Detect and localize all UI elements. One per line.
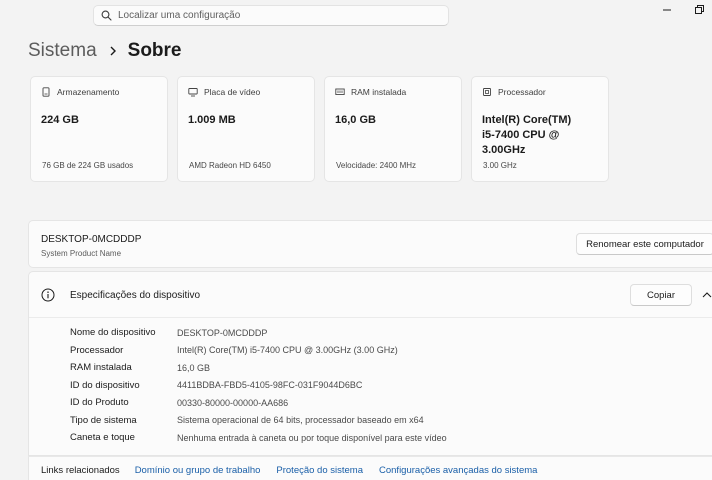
related-links: Links relacionados Domínio ou grupo de t… [28, 456, 712, 480]
spec-value: 16,0 GB [177, 362, 211, 373]
chevron-up-icon[interactable] [701, 290, 712, 300]
settings-window: Sistema Sobre Armazenamento 224 GB 76 GB… [0, 0, 712, 480]
device-name-row: DESKTOP-0MCDDDP System Product Name Reno… [28, 220, 712, 268]
spec-key: Tipo de sistema [70, 414, 137, 426]
related-links-label: Links relacionados [41, 465, 120, 476]
processor-card: Processador Intel(R) Core(TM) i5-7400 CP… [471, 76, 609, 182]
spec-value: DESKTOP-0MCDDDP [177, 327, 268, 338]
card-subtext: 3.00 GHz [483, 161, 517, 170]
spec-value: 4411BDBA-FBD5-4105-98FC-031F9044D6BC [177, 380, 363, 391]
spec-key: Processador [70, 344, 124, 356]
storage-card: Armazenamento 224 GB 76 GB de 224 GB usa… [30, 76, 168, 182]
card-subtext: 76 GB de 224 GB usados [42, 161, 134, 170]
display-icon [188, 87, 198, 97]
restore-icon[interactable] [692, 4, 706, 16]
spec-key: ID do Produto [70, 397, 129, 409]
card-label: Placa de vídeo [204, 87, 261, 97]
search-box[interactable] [93, 5, 449, 26]
card-subtext: AMD Radeon HD 6450 [189, 161, 271, 170]
spec-key: RAM instalada [70, 362, 132, 374]
chevron-right-icon [109, 45, 117, 57]
spec-key: Nome do dispositivo [70, 327, 156, 339]
card-value: 1.009 MB [188, 114, 236, 126]
specs-title: Especificações do dispositivo [70, 290, 201, 301]
ram-icon [335, 87, 345, 97]
processor-icon [482, 87, 492, 97]
spec-row: ID do dispositivo 4411BDBA-FBD5-4105-98F… [70, 377, 447, 395]
link-system-protection[interactable]: Proteção do sistema [276, 465, 363, 476]
info-icon [41, 288, 55, 302]
spec-value: 00330-80000-00000-AA686 [177, 397, 289, 408]
search-input[interactable] [118, 10, 418, 21]
search-icon [101, 10, 112, 21]
spec-key: ID do dispositivo [70, 379, 140, 391]
card-label: RAM instalada [351, 87, 407, 97]
spec-row: Nome do dispositivo DESKTOP-0MCDDDP [70, 324, 447, 342]
ram-card: RAM instalada 16,0 GB Velocidade: 2400 M… [324, 76, 462, 182]
device-name: DESKTOP-0MCDDDP [41, 234, 142, 245]
storage-icon [41, 87, 51, 97]
card-value: Intel(R) Core(TM) i5-7400 CPU @ 3.00GHz [482, 114, 572, 156]
link-domain-workgroup[interactable]: Domínio ou grupo de trabalho [135, 465, 261, 476]
card-label: Processador [498, 87, 546, 97]
card-value: 224 GB [41, 114, 79, 126]
card-value: 16,0 GB [335, 114, 376, 126]
spec-row: RAM instalada 16,0 GB [70, 359, 447, 377]
device-model: System Product Name [41, 249, 122, 258]
spec-value: Nenhuma entrada à caneta ou por toque di… [177, 432, 447, 443]
spec-row: ID do Produto 00330-80000-00000-AA686 [70, 394, 447, 412]
rename-pc-button[interactable]: Renomear este computador [576, 233, 712, 255]
graphics-card: Placa de vídeo 1.009 MB AMD Radeon HD 64… [177, 76, 315, 182]
spec-value: Sistema operacional de 64 bits, processa… [177, 415, 424, 426]
spec-row: Tipo de sistema Sistema operacional de 6… [70, 412, 447, 430]
spec-list: Nome do dispositivo DESKTOP-0MCDDDP Proc… [70, 324, 447, 447]
card-label: Armazenamento [57, 87, 120, 97]
spec-key: Caneta e toque [70, 432, 135, 444]
device-specs-panel: Especificações do dispositivo Copiar Nom… [28, 271, 712, 456]
specs-header[interactable]: Especificações do dispositivo Copiar [29, 272, 712, 318]
copy-button[interactable]: Copiar [630, 284, 692, 306]
minimize-icon[interactable] [660, 4, 674, 16]
spec-row: Processador Intel(R) Core(TM) i5-7400 CP… [70, 342, 447, 360]
card-subtext: Velocidade: 2400 MHz [336, 161, 417, 170]
spec-row: Caneta e toque Nenhuma entrada à caneta … [70, 429, 447, 447]
breadcrumb: Sistema Sobre [28, 38, 182, 64]
breadcrumb-parent[interactable]: Sistema [28, 40, 97, 62]
link-advanced-settings[interactable]: Configurações avançadas do sistema [379, 465, 537, 476]
page-title: Sobre [127, 40, 182, 61]
spec-value: Intel(R) Core(TM) i5-7400 CPU @ 3.00GHz … [177, 345, 398, 356]
